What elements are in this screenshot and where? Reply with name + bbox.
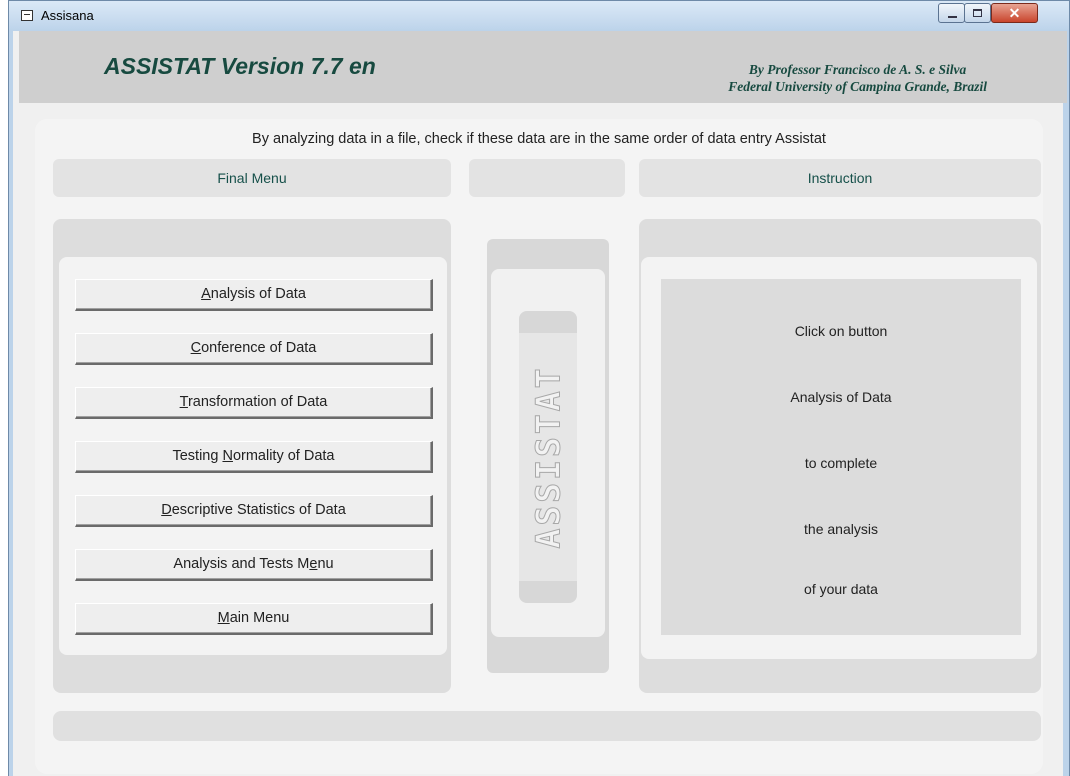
author-affiliation: Federal University of Campina Grande, Br… bbox=[728, 79, 987, 94]
instruction-header: Instruction bbox=[639, 159, 1041, 197]
button-label-post: escriptive Statistics of Data bbox=[171, 502, 346, 518]
button-label-pre: Analysis and Tests M bbox=[173, 556, 310, 572]
window-app-icon bbox=[21, 10, 33, 21]
middle-header bbox=[469, 159, 625, 197]
descriptive-statistics-button[interactable]: Descriptive Statistics of Data bbox=[75, 495, 433, 527]
button-label-post: ormality of Data bbox=[232, 448, 335, 464]
button-access-key: T bbox=[179, 394, 188, 410]
main-panel: By analyzing data in a file, check if th… bbox=[35, 119, 1043, 774]
instruction-line: of your data bbox=[804, 581, 878, 597]
status-bar bbox=[53, 711, 1041, 741]
conference-of-data-button[interactable]: Conference of Data bbox=[75, 333, 433, 365]
final-menu-header: Final Menu bbox=[53, 159, 451, 197]
minimize-button[interactable] bbox=[938, 3, 965, 23]
maximize-button[interactable] bbox=[964, 3, 991, 23]
button-label-pre: Testing bbox=[172, 448, 223, 464]
button-label-post: ain Menu bbox=[229, 610, 290, 626]
transformation-of-data-button[interactable]: Transformation of Data bbox=[75, 387, 433, 419]
button-access-key: A bbox=[201, 286, 211, 302]
logo-plate-bottom bbox=[519, 581, 577, 603]
instruction-line: the analysis bbox=[804, 521, 878, 537]
instruction-box: Click on button Analysis of Data to comp… bbox=[661, 279, 1021, 635]
assistat-logo: ASSISTAT bbox=[528, 365, 568, 549]
author-name: By Professor Francisco de A. S. e Silva bbox=[748, 62, 967, 77]
button-label-post: ransformation of Data bbox=[187, 394, 328, 410]
analysis-of-data-button[interactable]: Analysis of Data bbox=[75, 279, 433, 311]
client-area: ASSISTAT Version 7.7 en By Professor Fra… bbox=[13, 31, 1067, 776]
button-access-key: C bbox=[190, 340, 202, 356]
instruction-line: Click on button bbox=[794, 323, 888, 339]
author-credit: By Professor Francisco de A. S. e Silva … bbox=[728, 61, 987, 95]
close-button[interactable]: ✕ bbox=[991, 3, 1038, 23]
button-access-key: N bbox=[222, 448, 233, 464]
minimize-icon bbox=[948, 16, 957, 18]
button-label-post: onference of Data bbox=[201, 340, 317, 356]
maximize-icon bbox=[973, 9, 982, 17]
instruction-line: Analysis of Data bbox=[790, 389, 892, 405]
app-title: ASSISTAT Version 7.7 en bbox=[104, 53, 376, 79]
data-order-notice: By analyzing data in a file, check if th… bbox=[252, 131, 826, 147]
window-title: Assisana bbox=[41, 8, 94, 23]
app-header: ASSISTAT Version 7.7 en By Professor Fra… bbox=[19, 31, 1067, 103]
app-window: Assisana ✕ ASSISTAT Version 7.7 en By Pr… bbox=[8, 0, 1070, 776]
close-icon: ✕ bbox=[1008, 5, 1021, 21]
title-bar[interactable]: Assisana ✕ bbox=[9, 1, 1069, 31]
button-access-key: M bbox=[217, 610, 230, 626]
button-access-key: D bbox=[161, 502, 172, 518]
logo-plate-top bbox=[519, 311, 577, 333]
analysis-and-tests-menu-button[interactable]: Analysis and Tests Menu bbox=[75, 549, 433, 581]
main-menu-button[interactable]: Main Menu bbox=[75, 603, 433, 635]
button-label-post: nalysis of Data bbox=[210, 286, 306, 302]
instruction-line: to complete bbox=[804, 455, 878, 471]
testing-normality-button[interactable]: Testing Normality of Data bbox=[75, 441, 433, 473]
button-label-post: nu bbox=[317, 556, 334, 572]
